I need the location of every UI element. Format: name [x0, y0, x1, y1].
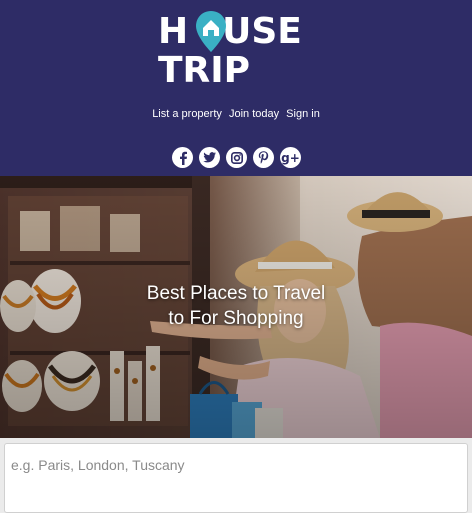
housetrip-logo[interactable]: H USE TRIP [158, 10, 318, 90]
facebook-icon[interactable] [172, 147, 193, 168]
join-today-link[interactable]: Join today [229, 108, 279, 120]
instagram-icon[interactable] [226, 147, 247, 168]
logo-line-2: TRIP [158, 50, 251, 91]
google-plus-icon[interactable]: g+ [280, 147, 301, 168]
top-nav: List a property Join today Sign in [0, 108, 472, 120]
pinterest-icon[interactable] [253, 147, 274, 168]
search-area [0, 438, 472, 513]
destination-search-input[interactable] [4, 443, 468, 513]
hero-title: Best Places to Travel to For Shopping [0, 281, 472, 331]
hero-title-line-1: Best Places to Travel [146, 283, 326, 304]
social-links: g+ [172, 147, 301, 169]
site-header: H USE TRIP List a property Join today Sig… [0, 0, 472, 176]
hero-banner[interactable]: Best Places to Travel to For Shopping [0, 176, 472, 438]
twitter-icon[interactable] [199, 147, 220, 168]
logo-line-1: H USE [158, 11, 302, 52]
sign-in-link[interactable]: Sign in [286, 108, 320, 120]
hero-title-line-2: to For Shopping [168, 308, 304, 329]
location-pin-icon [196, 11, 226, 52]
list-property-link[interactable]: List a property [152, 108, 222, 120]
